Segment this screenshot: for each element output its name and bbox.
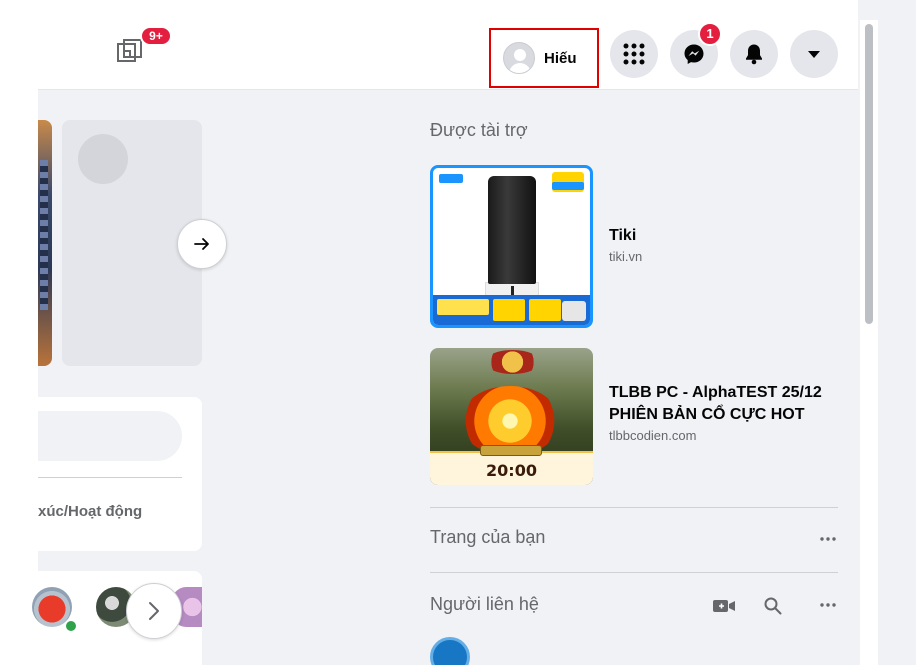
left-panel-edge xyxy=(0,0,38,665)
ad-domain: tiki.vn xyxy=(609,249,643,264)
ad-domain: tlbbcodien.com xyxy=(609,428,697,443)
profile-button[interactable]: Hiếu xyxy=(489,28,599,88)
sponsored-ad[interactable]: 20:00 TLBB PC - AlphaTEST 25/12 PHIÊN BẢ… xyxy=(430,348,850,488)
gaming-notification-badge: 9+ xyxy=(140,26,172,46)
bell-icon xyxy=(746,44,762,65)
story-card[interactable] xyxy=(38,120,52,366)
chevron-right-icon xyxy=(149,602,159,620)
rooms-next-button[interactable] xyxy=(126,583,182,639)
messenger-notification-badge: 1 xyxy=(698,22,722,46)
composer-divider xyxy=(38,477,182,478)
ad-image[interactable]: 20:00 xyxy=(430,348,593,485)
composer-input[interactable] xyxy=(38,411,182,461)
video-camera-icon xyxy=(713,600,735,612)
sponsored-heading: Được tài trợ xyxy=(430,120,528,140)
ad-image-time: 20:00 xyxy=(486,461,537,480)
feeling-activity-button[interactable]: xúc/Hoạt động xyxy=(38,503,142,520)
search-contacts-button[interactable] xyxy=(763,596,783,616)
contacts-options-button[interactable] xyxy=(818,595,838,615)
account-menu-button[interactable] xyxy=(790,30,838,78)
post-composer: xúc/Hoạt động xyxy=(38,397,202,551)
online-indicator xyxy=(64,619,78,633)
your-pages-options-button[interactable] xyxy=(818,529,838,549)
scrollbar-thumb[interactable] xyxy=(865,24,873,324)
new-room-button[interactable] xyxy=(712,596,736,616)
ad-title[interactable]: TLBB PC - AlphaTEST 25/12 PHIÊN BẢN CỔ C… xyxy=(609,382,850,426)
contacts-heading: Người liên hệ xyxy=(430,594,539,614)
menu-grid-icon xyxy=(623,43,645,65)
sponsored-ad[interactable]: Tiki tiki.vn xyxy=(430,165,850,330)
search-icon xyxy=(764,597,782,615)
your-pages-heading: Trang của bạn xyxy=(430,527,546,547)
section-divider xyxy=(430,572,838,573)
more-options-icon xyxy=(820,537,836,541)
section-divider xyxy=(430,507,838,508)
arrow-right-icon xyxy=(194,238,209,250)
contact-avatar[interactable] xyxy=(430,637,470,665)
more-options-icon xyxy=(820,603,836,607)
gaming-icon xyxy=(117,39,142,62)
notifications-button[interactable] xyxy=(730,30,778,78)
profile-name: Hiếu xyxy=(544,49,577,67)
profile-avatar xyxy=(503,42,535,74)
story-avatar xyxy=(78,134,128,184)
ad-image[interactable] xyxy=(430,165,593,328)
menu-button[interactable] xyxy=(610,30,658,78)
caret-down-icon xyxy=(808,51,820,58)
messenger-icon xyxy=(684,44,704,64)
ad-title[interactable]: Tiki xyxy=(609,225,642,247)
stories-next-button[interactable] xyxy=(177,219,227,269)
gaming-tab[interactable]: 9+ xyxy=(115,26,172,68)
messenger-button[interactable]: 1 xyxy=(670,22,722,78)
top-navigation-bar: 9+ Hiếu 1 xyxy=(0,0,858,90)
